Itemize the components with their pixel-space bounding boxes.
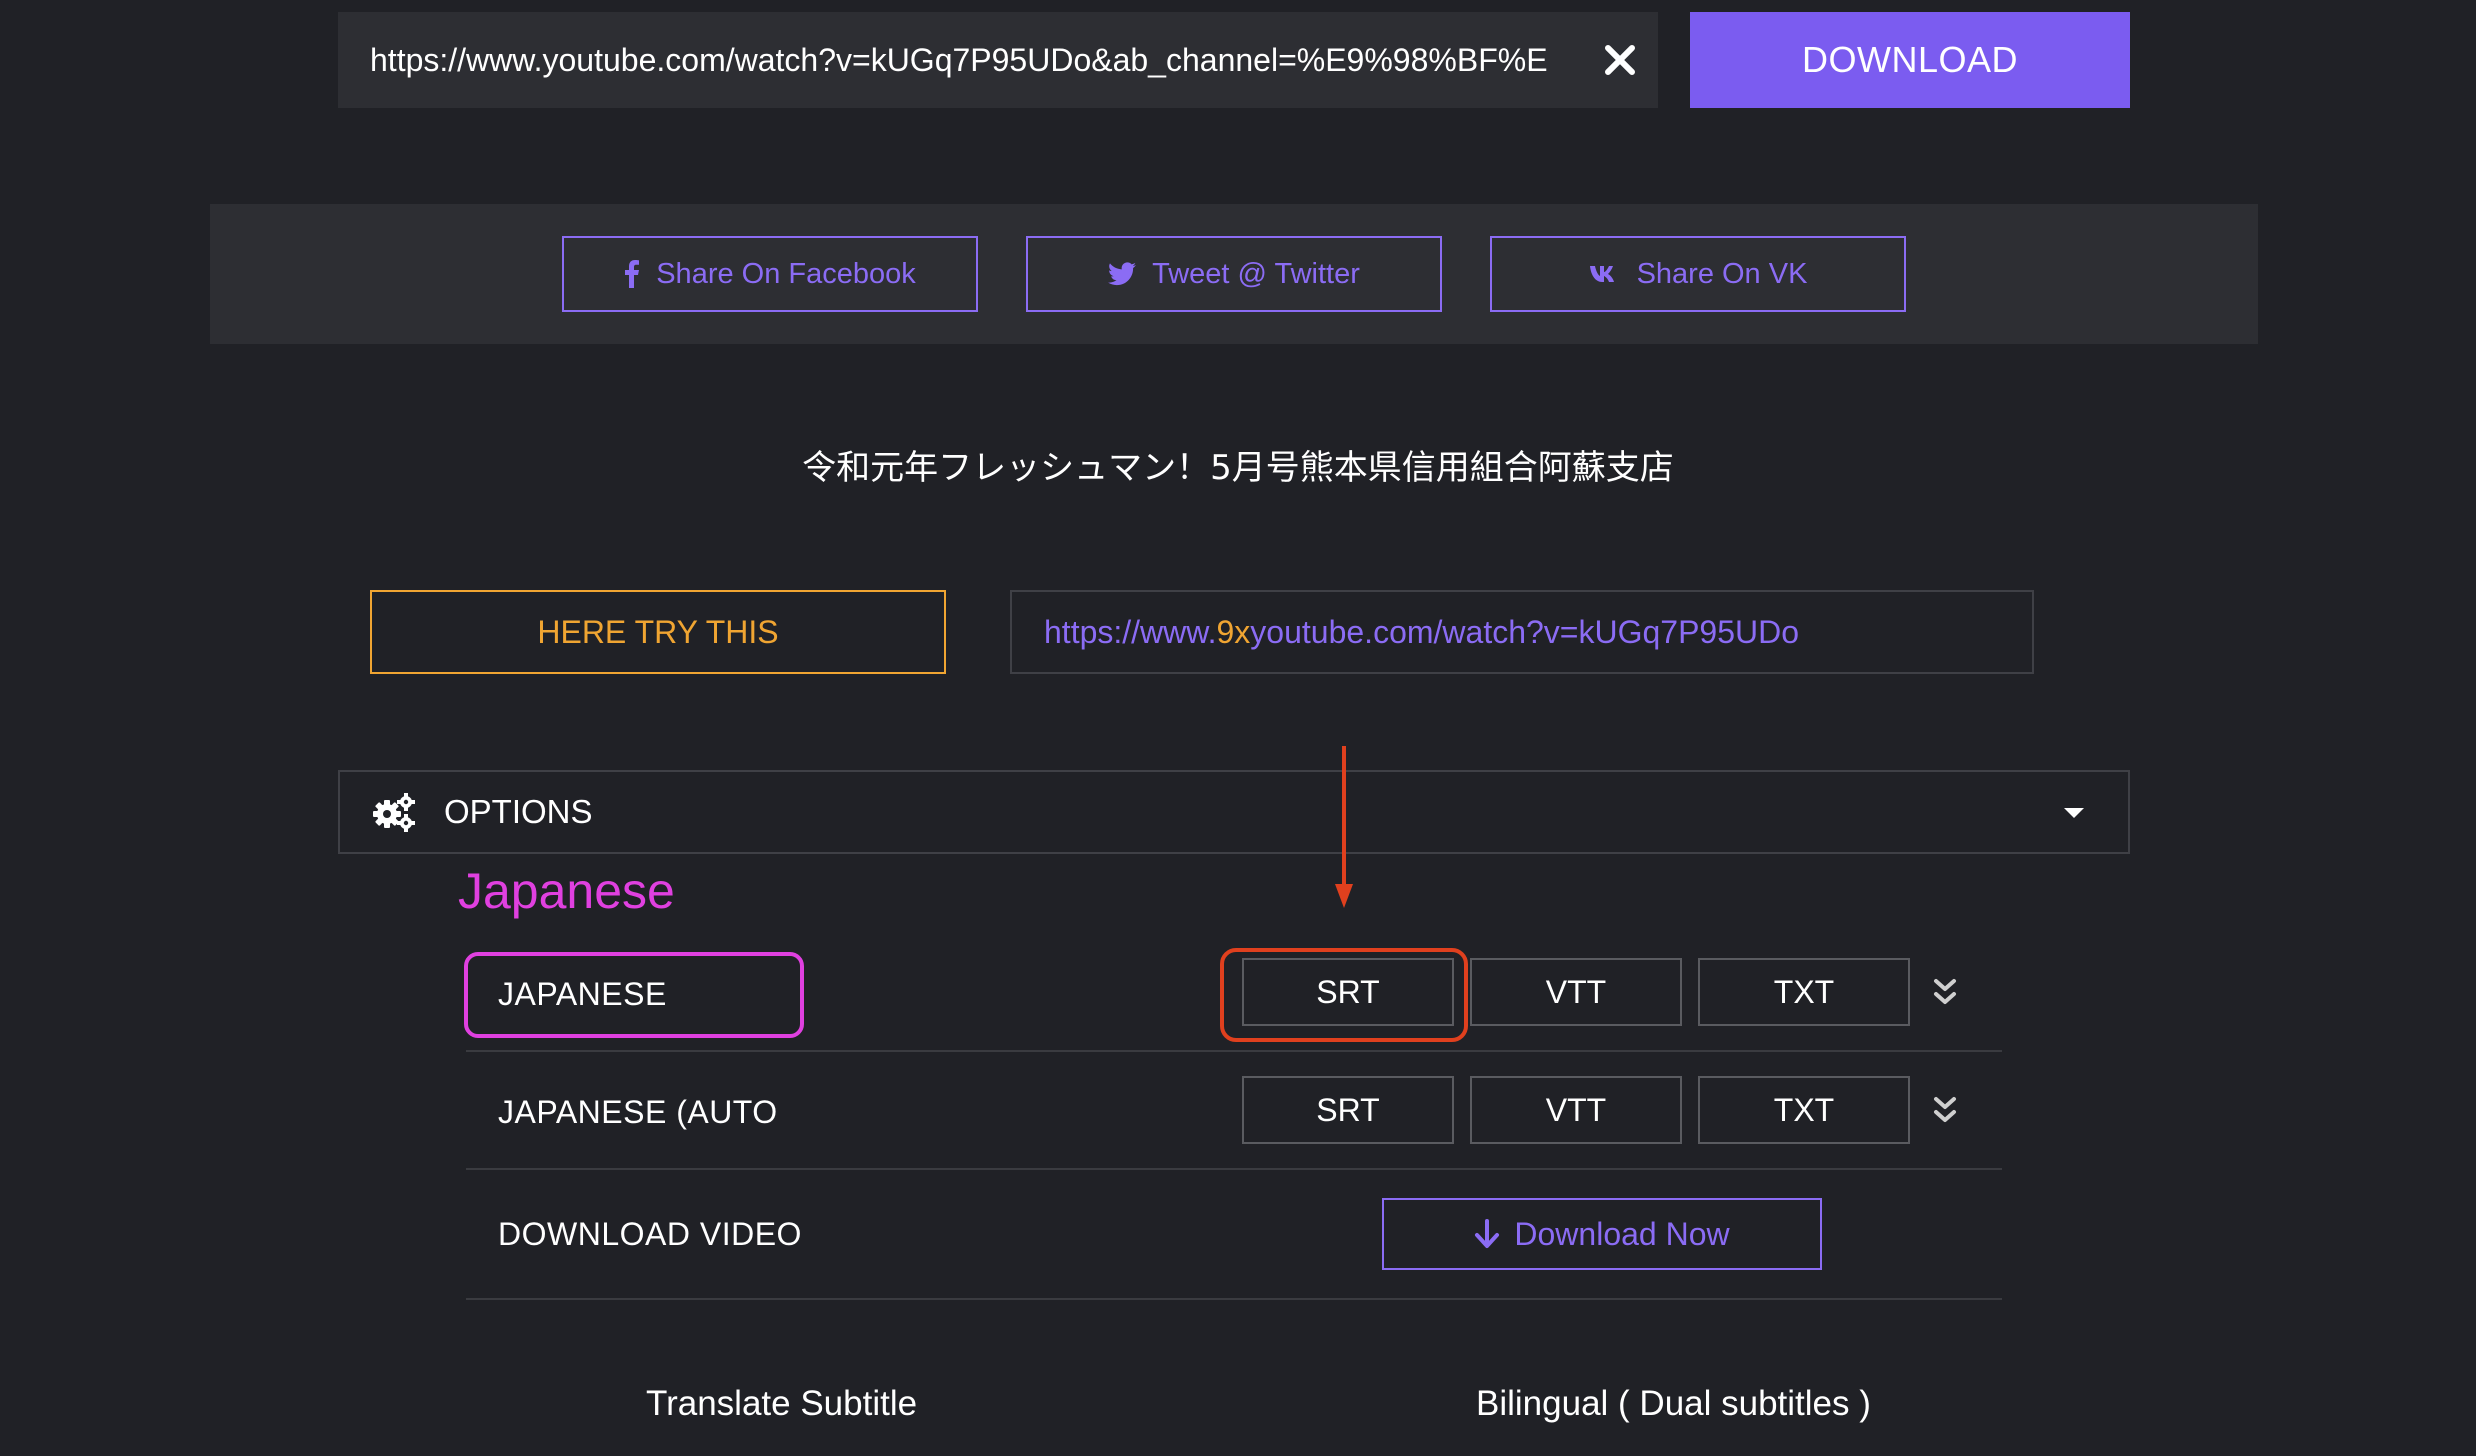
double-chevron-down-icon[interactable] bbox=[1930, 976, 1960, 1010]
translate-subtitle-heading: Translate Subtitle bbox=[646, 1384, 918, 1423]
language-heading: Japanese bbox=[458, 863, 675, 919]
share-facebook-button[interactable]: Share On Facebook bbox=[562, 236, 978, 312]
bilingual-heading: Bilingual ( Dual subtitles ) bbox=[1476, 1384, 1871, 1423]
share-facebook-label: Share On Facebook bbox=[656, 257, 916, 290]
share-panel: Share On Facebook Tweet @ Twitter Share … bbox=[210, 204, 2258, 344]
download-now-label: Download Now bbox=[1514, 1215, 1730, 1252]
txt-button-japanese[interactable]: TXT bbox=[1698, 958, 1910, 1026]
url-input[interactable]: https://www.youtube.com/watch?v=kUGq7P95… bbox=[338, 12, 1658, 108]
srt-button-japanese-auto[interactable]: SRT bbox=[1242, 1076, 1454, 1144]
alt-link-prefix[interactable]: https://www. bbox=[1044, 614, 1217, 650]
twitter-icon bbox=[1108, 262, 1137, 286]
vtt-button-japanese[interactable]: VTT bbox=[1470, 958, 1682, 1026]
options-dropdown[interactable]: OPTIONS bbox=[338, 770, 2130, 854]
row-divider bbox=[466, 1168, 2002, 1170]
srt-highlight-annotation bbox=[1220, 948, 1468, 1042]
video-title: 令和元年フレッシュマン！5月号熊本県信用組合阿蘇支店 bbox=[802, 448, 1674, 488]
tweet-twitter-label: Tweet @ Twitter bbox=[1152, 257, 1360, 290]
vk-icon bbox=[1589, 266, 1614, 282]
japanese-highlight-annotation bbox=[464, 952, 804, 1038]
red-arrow-annotation bbox=[1335, 746, 1353, 908]
options-label: OPTIONS bbox=[444, 793, 593, 830]
caret-down-icon bbox=[2064, 808, 2084, 818]
gears-icon bbox=[373, 793, 415, 832]
txt-button-japanese-auto[interactable]: TXT bbox=[1698, 1076, 1910, 1144]
here-try-this-button[interactable]: HERE TRY THIS bbox=[370, 590, 946, 674]
vtt-button-japanese-auto[interactable]: VTT bbox=[1470, 1076, 1682, 1144]
share-vk-label: Share On VK bbox=[1636, 257, 1808, 290]
share-vk-button[interactable]: Share On VK bbox=[1490, 236, 1906, 312]
alt-link-highlight[interactable]: 9x bbox=[1217, 614, 1251, 650]
download-now-button[interactable]: Download Now bbox=[1382, 1198, 1822, 1270]
row-divider bbox=[466, 1050, 2002, 1052]
double-chevron-down-icon[interactable] bbox=[1930, 1094, 1960, 1128]
download-button[interactable]: DOWNLOAD bbox=[1690, 12, 2130, 108]
alt-link-suffix[interactable]: youtube.com/watch?v=kUGq7P95UDo bbox=[1250, 614, 1799, 650]
download-video-label: DOWNLOAD VIDEO bbox=[498, 1216, 802, 1252]
alternate-link-box[interactable]: https://www.9xyoutube.com/watch?v=kUGq7P… bbox=[1010, 590, 2034, 674]
url-input-value[interactable]: https://www.youtube.com/watch?v=kUGq7P95… bbox=[370, 12, 1590, 108]
subtitle-row-label-japanese-auto: JAPANESE (AUTO bbox=[498, 1094, 778, 1130]
tweet-twitter-button[interactable]: Tweet @ Twitter bbox=[1026, 236, 1442, 312]
row-divider bbox=[466, 1298, 2002, 1300]
close-icon[interactable] bbox=[1592, 32, 1648, 88]
arrow-down-icon bbox=[1475, 1219, 1500, 1248]
facebook-icon bbox=[625, 260, 640, 288]
